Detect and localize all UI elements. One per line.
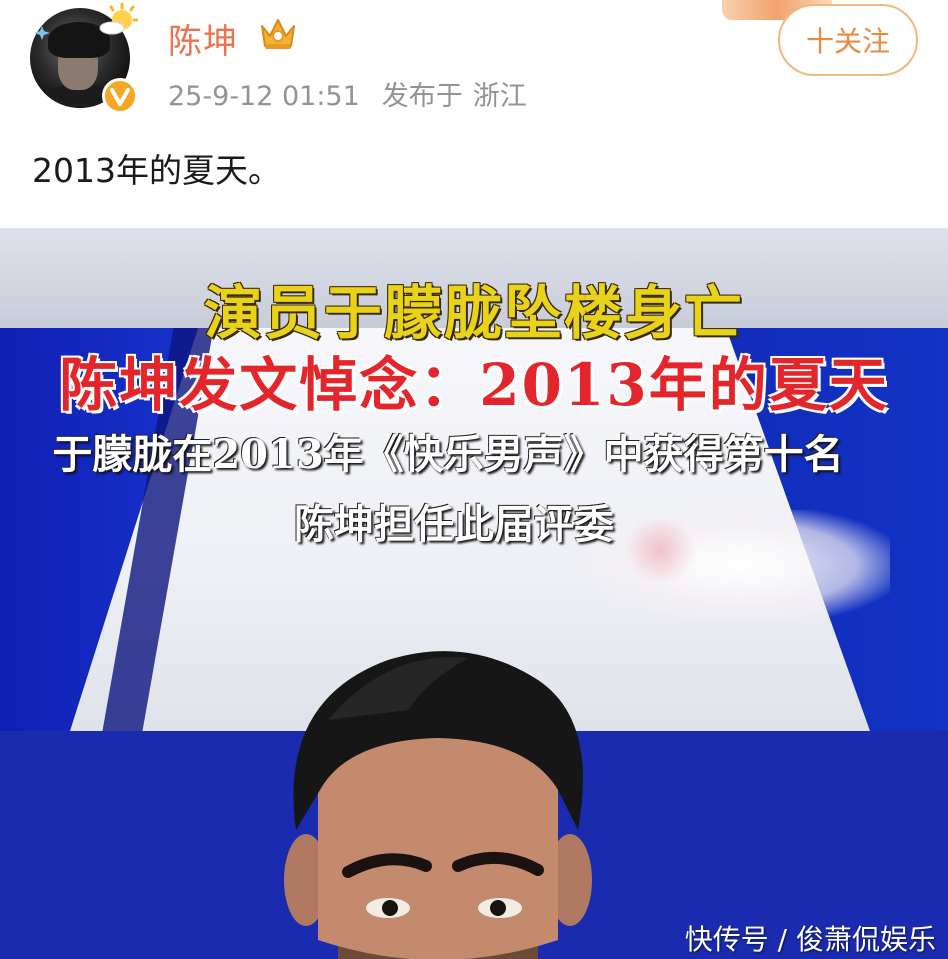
video-caption-subheadline: 陈坤发文悼念：2013年的夏天 xyxy=(59,351,889,419)
post-location: 浙江 xyxy=(472,81,527,112)
published-from-label: 发布于 xyxy=(381,81,463,112)
video-person-figure xyxy=(284,651,592,959)
post-timestamp: 25-9-12 01:51 xyxy=(168,81,360,112)
video-caption-detail-1: 于朦胧在2013年《快乐男声》中获得第十名 xyxy=(52,431,844,478)
video-caption-detail-2: 陈坤担任此届评委 xyxy=(294,501,614,548)
avatar-container[interactable] xyxy=(30,2,138,116)
watermark: 快传号 / 俊萧侃娱乐 xyxy=(684,923,936,956)
post-text: 2013年的夏天。 xyxy=(32,151,281,190)
follow-button[interactable]: 十关注 xyxy=(778,4,918,76)
post-meta: 25-9-12 01:51 发布于 浙江 xyxy=(168,74,527,113)
sun-icon xyxy=(99,2,138,35)
author-name[interactable]: 陈坤 xyxy=(168,14,238,63)
sparkle-icon xyxy=(34,26,50,40)
crown-icon xyxy=(261,19,295,49)
verified-icon xyxy=(102,78,138,114)
post-header: 陈坤 25-9-12 01:51 发布于 浙江 十关注 2013年的夏天。 xyxy=(0,0,948,228)
